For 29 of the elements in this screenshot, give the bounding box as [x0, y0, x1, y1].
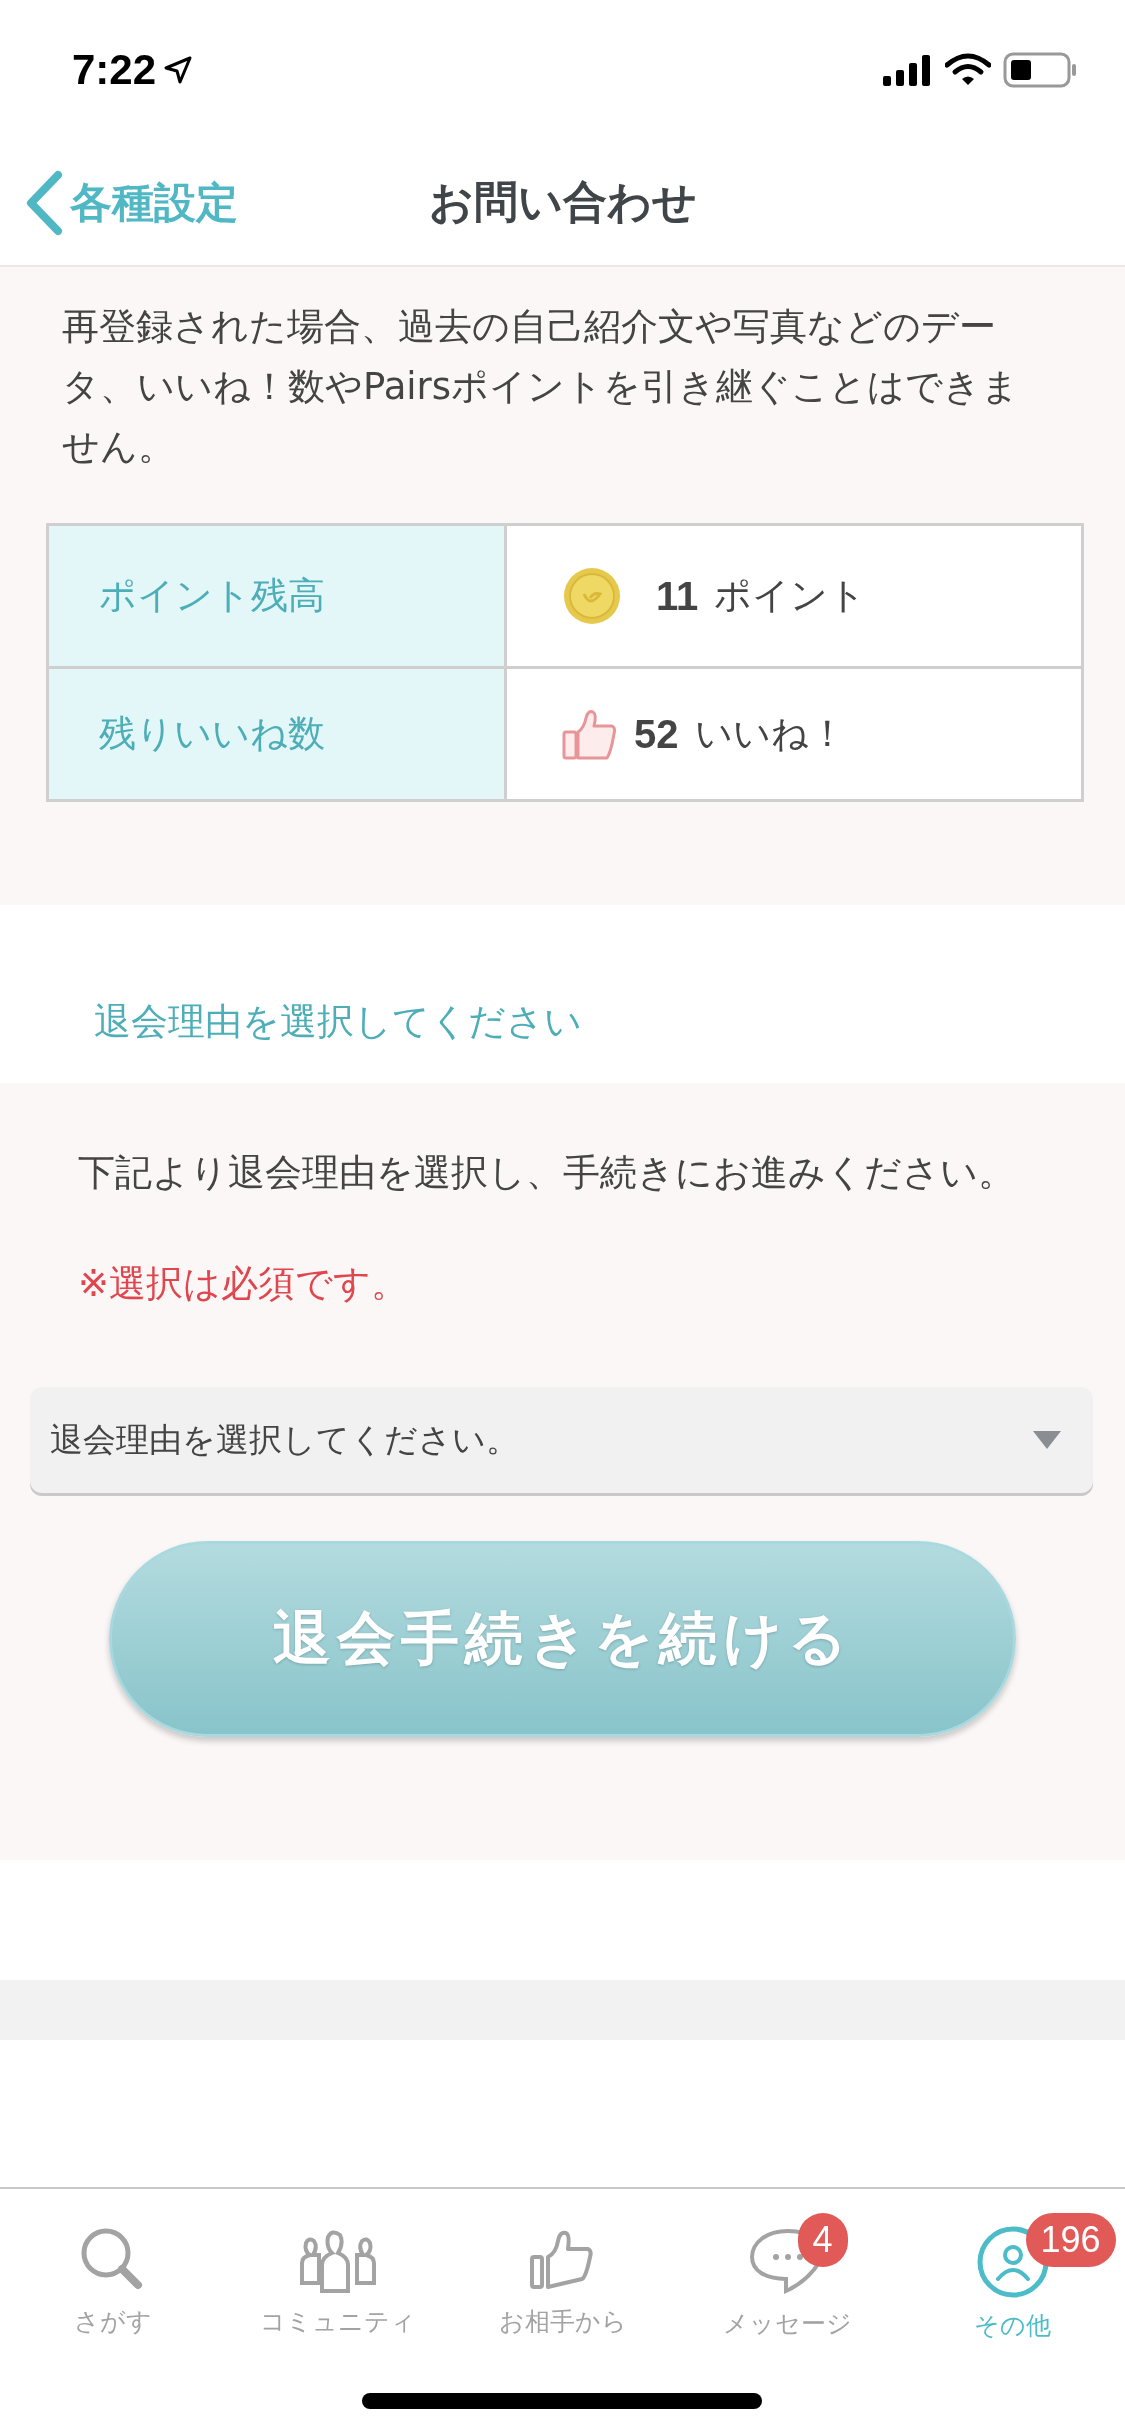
continue-button[interactable]: 退会手続きを続ける	[109, 1541, 1016, 1737]
notice-text: 再登録された場合、過去の自己紹介文や写真などのデータ、いいね！数やPairsポイントを引き継ぐことはできません。	[62, 304, 1021, 470]
wifi-icon	[945, 53, 991, 87]
signal-icon	[883, 54, 933, 86]
back-chevron-icon	[24, 169, 64, 236]
table-value: 52	[634, 711, 679, 757]
table-unit: いいね！	[694, 711, 846, 757]
tab-bar-item[interactable]: 4 メッセージ	[675, 2207, 900, 2337]
instruction-text: 下記より退会理由を選択し、手続きにお進みください。	[78, 1150, 1016, 1196]
section-heading: 退会理由を選択してください	[94, 999, 582, 1045]
count-badge: 4	[797, 2213, 848, 2267]
table-cell: ポイント残高	[49, 526, 504, 666]
table-value: 11	[656, 573, 699, 619]
dropdown-caret-icon	[1033, 1431, 1061, 1449]
tab-bar-item[interactable]: 196 その他	[900, 2207, 1125, 2337]
reason-dropdown[interactable]: 退会理由を選択してください。	[30, 1387, 1093, 1493]
tab-bar-item[interactable]: さがす	[0, 2207, 225, 2337]
battery-icon	[1003, 52, 1077, 88]
back-button[interactable]: 各種設定	[24, 169, 238, 236]
table-unit: ポイント	[714, 573, 867, 619]
coin-icon	[562, 566, 622, 626]
count-badge: 196	[1025, 2213, 1116, 2267]
clock-time: 7:22	[72, 46, 157, 94]
tab-bar-item[interactable]: コミュニティ	[225, 2207, 450, 2337]
table-cell: 残りいいね数	[49, 669, 504, 799]
screen-title: お問い合わせ	[428, 176, 697, 227]
required-note: ※選択は必須です。	[78, 1261, 409, 1307]
tab-bar-item[interactable]: お相手から	[450, 2207, 675, 2337]
location-arrow-icon	[164, 56, 193, 84]
